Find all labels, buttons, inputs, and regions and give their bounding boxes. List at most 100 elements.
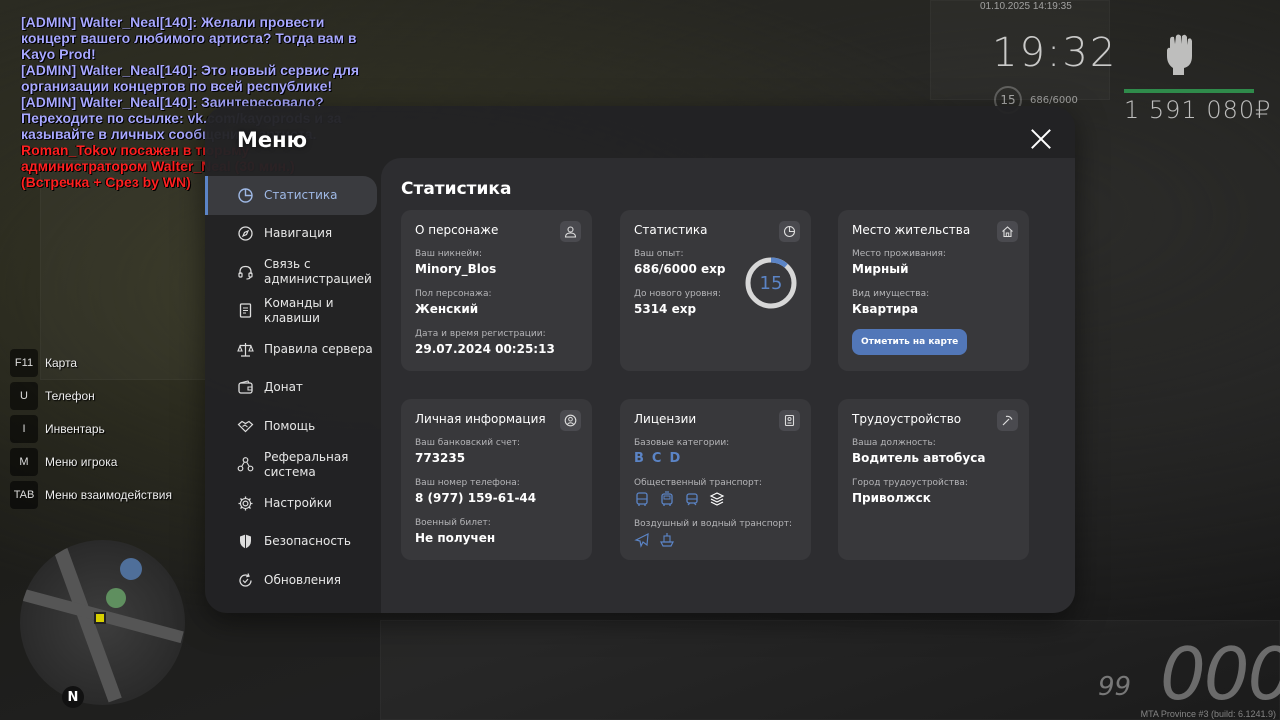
nav-item-donate[interactable]: Донат	[205, 369, 377, 408]
key-cap: F11	[10, 348, 38, 377]
key-cap: M	[10, 447, 38, 476]
nav-label: Команды и клавиши	[264, 295, 334, 325]
user-circle-icon	[560, 410, 581, 431]
menu-title: Меню	[237, 128, 308, 152]
residence-place-value: Мирный	[852, 262, 909, 276]
trolleybus-icon	[659, 491, 675, 507]
fuel-level: 99	[1098, 672, 1132, 702]
public-transport-licenses	[634, 491, 797, 507]
keybind-row: F11 Карта	[10, 346, 172, 379]
nav-label: Навигация	[264, 226, 333, 241]
network-icon	[237, 456, 254, 473]
nav-label: Безопасность	[264, 534, 351, 549]
air-water-licenses	[634, 532, 797, 548]
level-number: 15	[759, 272, 783, 294]
nav-item-statistics[interactable]: Статистика	[205, 176, 377, 215]
key-cap: I	[10, 414, 38, 443]
registration-value: 29.07.2024 00:25:13	[415, 342, 555, 356]
keybind-label: Инвентарь	[45, 421, 105, 436]
job-city-value: Приволжск	[852, 491, 931, 505]
shield-icon	[237, 533, 254, 550]
field-label: Ваш никнейм:	[415, 249, 483, 259]
home-icon	[997, 221, 1018, 242]
nav-item-admin-contact[interactable]: Связь с администрацией	[205, 253, 377, 292]
document-icon	[237, 302, 254, 319]
speedometer: 000	[1160, 632, 1280, 716]
field-label: Дата и время регистрации:	[415, 329, 546, 339]
field-label: Вид имущества:	[852, 289, 930, 299]
card-title: О персонаже	[415, 223, 499, 237]
nav-item-help[interactable]: Помощь	[205, 407, 377, 446]
license-category: C	[651, 451, 662, 466]
hud-money: 1 591 080₽	[1124, 96, 1272, 124]
user-icon	[560, 221, 581, 242]
nav-item-settings[interactable]: Настройки	[205, 484, 377, 523]
pickaxe-icon	[997, 410, 1018, 431]
hud-clock: 19:32	[992, 30, 1118, 76]
nav-label: Реферальная система	[264, 449, 349, 479]
keybind-row: I Инвентарь	[10, 412, 172, 445]
world-road	[380, 620, 1280, 720]
nav-label: Связь с администрацией	[264, 257, 372, 287]
field-label: Ваш номер телефона:	[415, 478, 520, 488]
house-icon	[106, 588, 126, 608]
headset-icon	[237, 264, 254, 281]
gender-value: Женский	[415, 302, 479, 316]
nav-label: Обновления	[264, 572, 342, 587]
mark-on-map-button[interactable]: Отметить на карте	[852, 329, 968, 355]
player-marker-icon	[94, 612, 106, 624]
card-title: Трудоустройство	[852, 412, 962, 426]
hud-datetime: 01.10.2025 14:19:35	[980, 1, 1072, 12]
card-title: Личная информация	[415, 412, 546, 426]
wallet-icon	[237, 379, 254, 396]
license-categories: B C D	[634, 451, 797, 466]
field-label: Ваша должность:	[852, 438, 936, 448]
bus-icon	[634, 491, 650, 507]
job-position-value: Водитель автобуса	[852, 451, 986, 465]
field-label: Военный билет:	[415, 518, 491, 528]
license-category: D	[669, 451, 681, 466]
nav-item-commands[interactable]: Команды и клавиши	[205, 292, 377, 331]
nav-item-navigation[interactable]: Навигация	[205, 215, 377, 254]
keybind-row: U Телефон	[10, 379, 172, 412]
nav-label: Статистика	[264, 187, 338, 202]
card-stats: Статистика Ваш опыт: 686/6000 exp До нов…	[620, 210, 811, 371]
hud-exp: 686/6000	[1030, 95, 1078, 106]
nav-item-referral[interactable]: Реферальная система	[205, 446, 377, 485]
nav-label: Правила сервера	[264, 341, 373, 356]
keybind-label: Меню игрока	[45, 454, 118, 469]
key-cap: TAB	[10, 480, 38, 509]
compass-north: N	[62, 686, 84, 708]
card-residence: Место жительства Место проживания: Мирны…	[838, 210, 1029, 371]
field-label: Город трудоустройства:	[852, 478, 968, 488]
nickname-value: Minory_Blos	[415, 262, 497, 276]
keybind-row: TAB Меню взаимодействия	[10, 478, 172, 511]
close-button[interactable]	[1028, 126, 1054, 152]
property-type-value: Квартира	[852, 302, 919, 316]
chat-message: [ADMIN] Walter_Neal[140]: Желали провест…	[21, 14, 357, 62]
card-title: Статистика	[634, 223, 708, 237]
field-label: Место проживания:	[852, 249, 946, 259]
key-cap: U	[10, 381, 38, 410]
fist-icon	[1160, 32, 1200, 76]
health-bar	[1124, 89, 1254, 93]
pie-chart-icon	[779, 221, 800, 242]
military-id-value: Не получен	[415, 531, 496, 545]
nav-item-rules[interactable]: Правила сервера	[205, 330, 377, 369]
keybind-label: Карта	[45, 355, 78, 370]
content-title: Статистика	[401, 179, 512, 199]
field-label: Воздушный и водный транспорт:	[634, 519, 793, 529]
nav-item-updates[interactable]: Обновления	[205, 561, 377, 600]
nav-label: Донат	[264, 380, 303, 395]
license-category: B	[634, 451, 644, 466]
nav-item-security[interactable]: Безопасность	[205, 523, 377, 562]
boat-icon	[659, 532, 675, 548]
field-label: Пол персонажа:	[415, 289, 492, 299]
id-card-icon	[779, 410, 800, 431]
card-job: Трудоустройство Ваша должность: Водитель…	[838, 399, 1029, 560]
pie-chart-icon	[237, 187, 254, 204]
nav-label: Настройки	[264, 495, 332, 510]
handshake-icon	[237, 418, 254, 435]
card-title: Лицензии	[634, 412, 697, 426]
bank-account-value: 773235	[415, 451, 466, 465]
